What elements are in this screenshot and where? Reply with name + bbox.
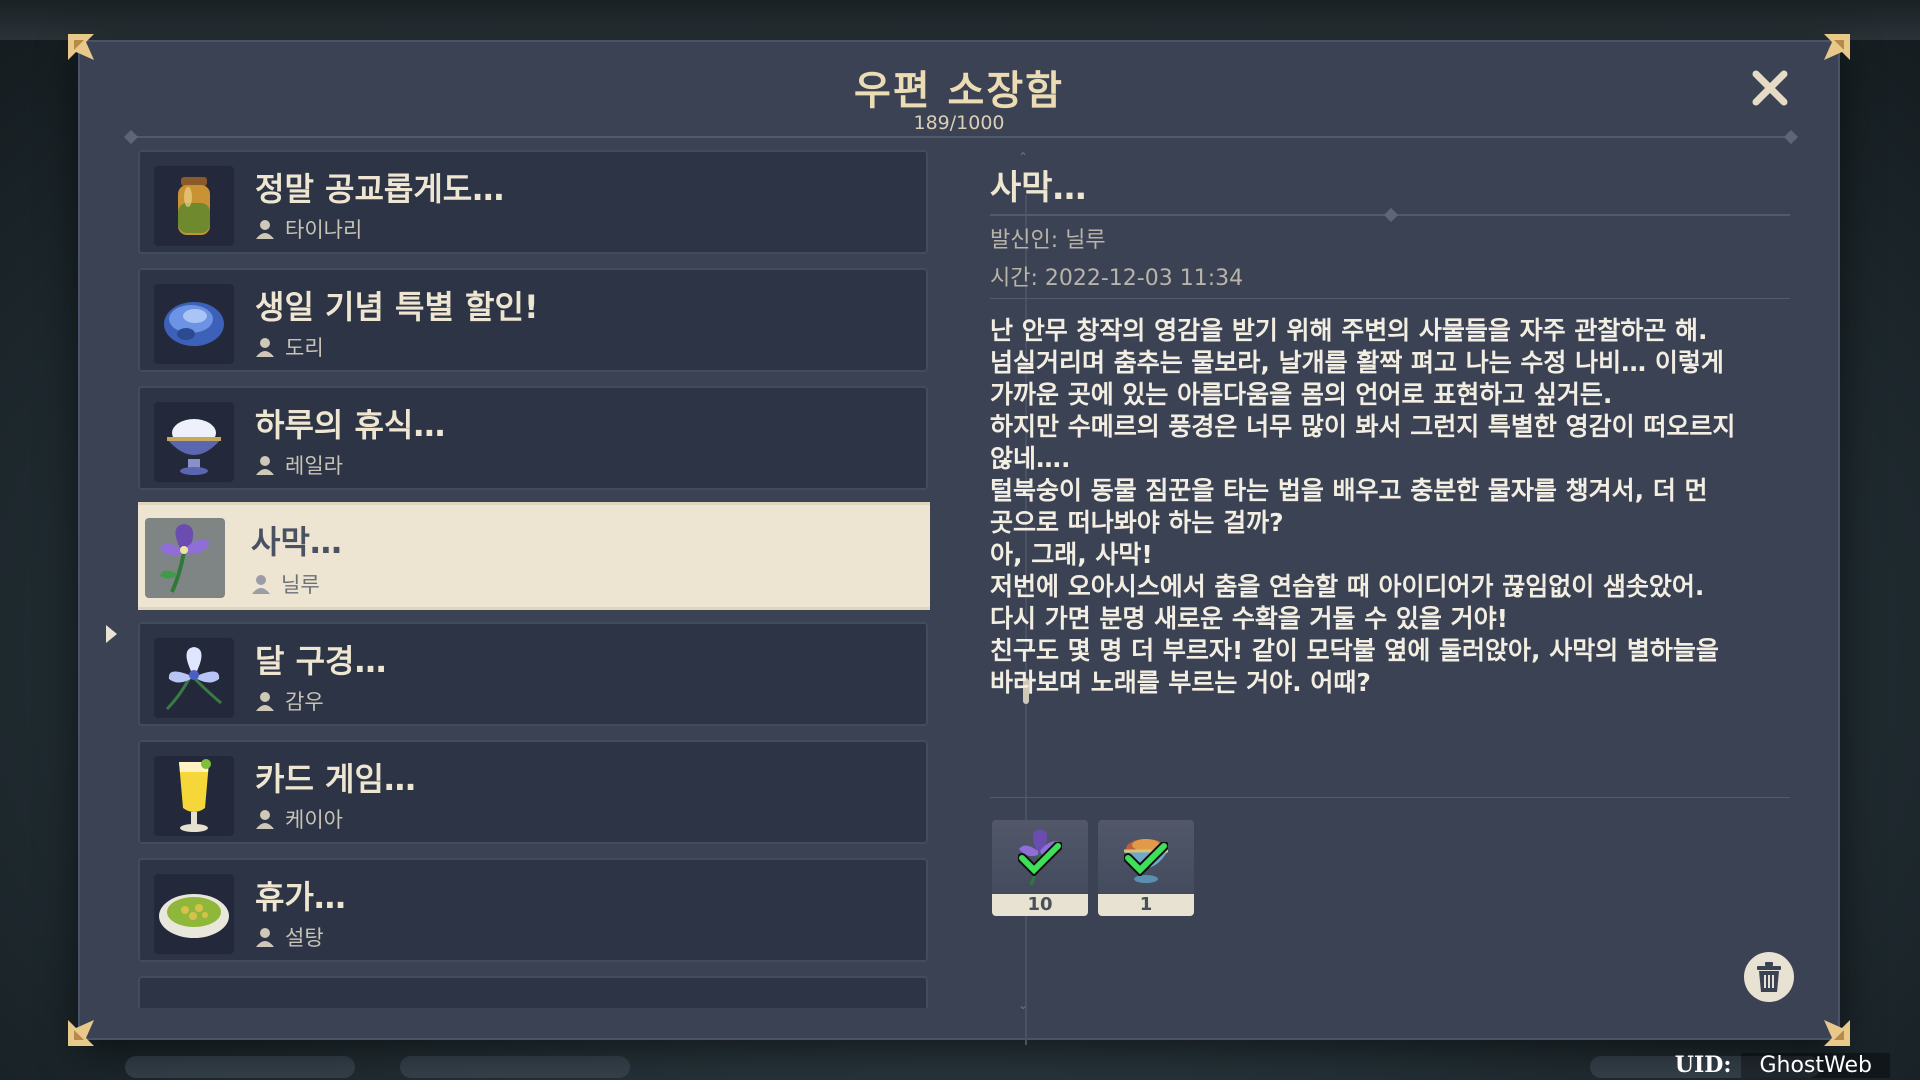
mail-body-line: 넘실거리며 춤추는 물보라, 날개를 활짝 펴고 나는 수정 나비… 이렇게: [990, 348, 1724, 377]
mail-subject: 카드 게임…: [255, 760, 416, 798]
reward-count: 1: [1098, 894, 1194, 916]
mail-body-line: 않네….: [990, 444, 1071, 473]
uid-label: UID:: [1674, 1052, 1732, 1078]
mail-sender: 타이나리: [285, 218, 363, 242]
padisarah-flower-icon: [145, 518, 225, 598]
mail-list-item[interactable]: 생일 기념 특별 할인! 도리: [138, 268, 928, 372]
corner-ornament-icon: [1822, 1018, 1852, 1048]
person-icon: [256, 928, 274, 947]
mail-body: 난 안무 창작의 영감을 받기 위해 주변의 사물들을 자주 관찰하곤 해. 넘…: [990, 315, 1790, 699]
background-bottom-tab: [400, 1056, 630, 1078]
person-icon: [256, 220, 274, 239]
mail-list[interactable]: 정말 공교롭게도… 타이나리 생일 기념 특별 할인! 도리 하루의 휴식… 레…: [138, 148, 930, 1008]
reward-item[interactable]: 1: [1098, 820, 1194, 916]
mail-body-line: 곳으로 떠나봐야 하는 걸까?: [990, 508, 1284, 537]
background-top-bar: [0, 0, 1920, 40]
close-button[interactable]: [1748, 66, 1792, 110]
mail-body-line: 아, 그래, 사막!: [990, 540, 1153, 569]
mail-subject: 휴가…: [255, 878, 346, 916]
mail-subject: 하루의 휴식…: [255, 406, 446, 444]
mail-body-line: 털북숭이 동물 짐꾼을 타는 법을 배우고 충분한 물자를 챙겨서, 더 먼: [990, 476, 1708, 505]
mail-body-line: 바라보며 노래를 부르는 거야. 어때?: [990, 668, 1371, 697]
dessert-bowl-icon: [154, 402, 234, 482]
mail-sender: 도리: [285, 336, 324, 360]
mail-body-line: 난 안무 창작의 영감을 받기 위해 주변의 사물들을 자주 관찰하곤 해.: [990, 316, 1708, 345]
corner-ornament-icon: [66, 1018, 96, 1048]
mail-subject: 정말 공교롭게도…: [255, 170, 505, 208]
reward-item[interactable]: 10: [992, 820, 1088, 916]
mail-subject: 달 구경…: [255, 642, 387, 680]
mail-list-item[interactable]: 카드 게임… 케이아: [138, 740, 928, 844]
delete-mail-button[interactable]: [1744, 952, 1794, 1002]
salad-plate-icon: [154, 874, 234, 954]
selection-arrow-icon: [106, 625, 117, 643]
person-icon: [256, 456, 274, 475]
blue-mushroom-icon: [154, 284, 234, 364]
trash-icon: [1757, 962, 1781, 992]
mail-list-item[interactable]: 하루의 휴식… 레일라: [138, 386, 928, 490]
scroll-down-icon[interactable]: ⌄: [1018, 998, 1028, 1012]
mail-list-item[interactable]: 정말 공교롭게도… 타이나리: [138, 150, 928, 254]
person-icon: [256, 338, 274, 357]
mail-list-item-selected[interactable]: 사막… 닐루: [138, 502, 930, 610]
divider-ornament: [1383, 207, 1399, 223]
mail-sender: 감우: [285, 690, 324, 714]
reward-count: 10: [992, 894, 1088, 916]
header-divider: [126, 136, 1796, 138]
mail-body-line: 저번에 오아시스에서 춤을 연습할 때 아이디어가 끊임없이 샘솟았어.: [990, 572, 1705, 601]
person-icon: [252, 575, 270, 594]
background-bottom-tab: [125, 1056, 355, 1078]
qingxin-flower-icon: [154, 638, 234, 718]
mail-detail-title: 사막…: [990, 168, 1087, 208]
meta-divider: [990, 298, 1790, 299]
mail-sender: 설탕: [285, 926, 324, 950]
person-icon: [256, 810, 274, 829]
mail-subject: 생일 기념 특별 할인!: [255, 288, 539, 326]
mail-subject: 사막…: [251, 523, 342, 561]
rewards-divider: [990, 797, 1790, 798]
mail-list-item[interactable]: 달 구경… 감우: [138, 622, 928, 726]
mail-sender: 닐루: [281, 573, 320, 597]
mail-storage-window: 우편 소장함 189/1000 정말 공교롭게도… 타이나리 생일 기념 특별 …: [68, 34, 1850, 1046]
mail-count: 189/1000: [913, 112, 1005, 134]
close-icon: [1752, 70, 1788, 106]
mail-body-line: 다시 가면 분명 새로운 수확을 거둘 수 있을 거야!: [990, 604, 1509, 633]
claimed-check-icon: [1018, 842, 1062, 876]
spice-jar-icon: [154, 166, 234, 246]
mail-list-item-partial[interactable]: [138, 976, 928, 1008]
person-icon: [256, 692, 274, 711]
mail-sender: 케이아: [285, 808, 343, 832]
mail-sender-line: 발신인: 닐루: [990, 228, 1106, 253]
mail-body-line: 가까운 곳에 있는 아름다움을 몸의 언어로 표현하고 싶거든.: [990, 380, 1613, 409]
mail-sender: 레일라: [285, 454, 343, 478]
mail-body-line: 하지만 수메르의 풍경은 너무 많이 봐서 그런지 특별한 영감이 떠오르지: [990, 412, 1736, 441]
mail-body-line: 친구도 몇 명 더 부르자! 같이 모닥불 옆에 둘러앉아, 사막의 별하늘을: [990, 636, 1719, 665]
window-title: 우편 소장함: [854, 68, 1064, 114]
uid-display: UID: GhostWeb: [1675, 1052, 1890, 1078]
cocktail-icon: [154, 756, 234, 836]
uid-value: GhostWeb: [1741, 1052, 1890, 1078]
mail-list-item[interactable]: 휴가… 설탕: [138, 858, 928, 962]
claimed-check-icon: [1124, 842, 1168, 876]
mail-time-line: 시간: 2022-12-03 11:34: [990, 266, 1244, 291]
